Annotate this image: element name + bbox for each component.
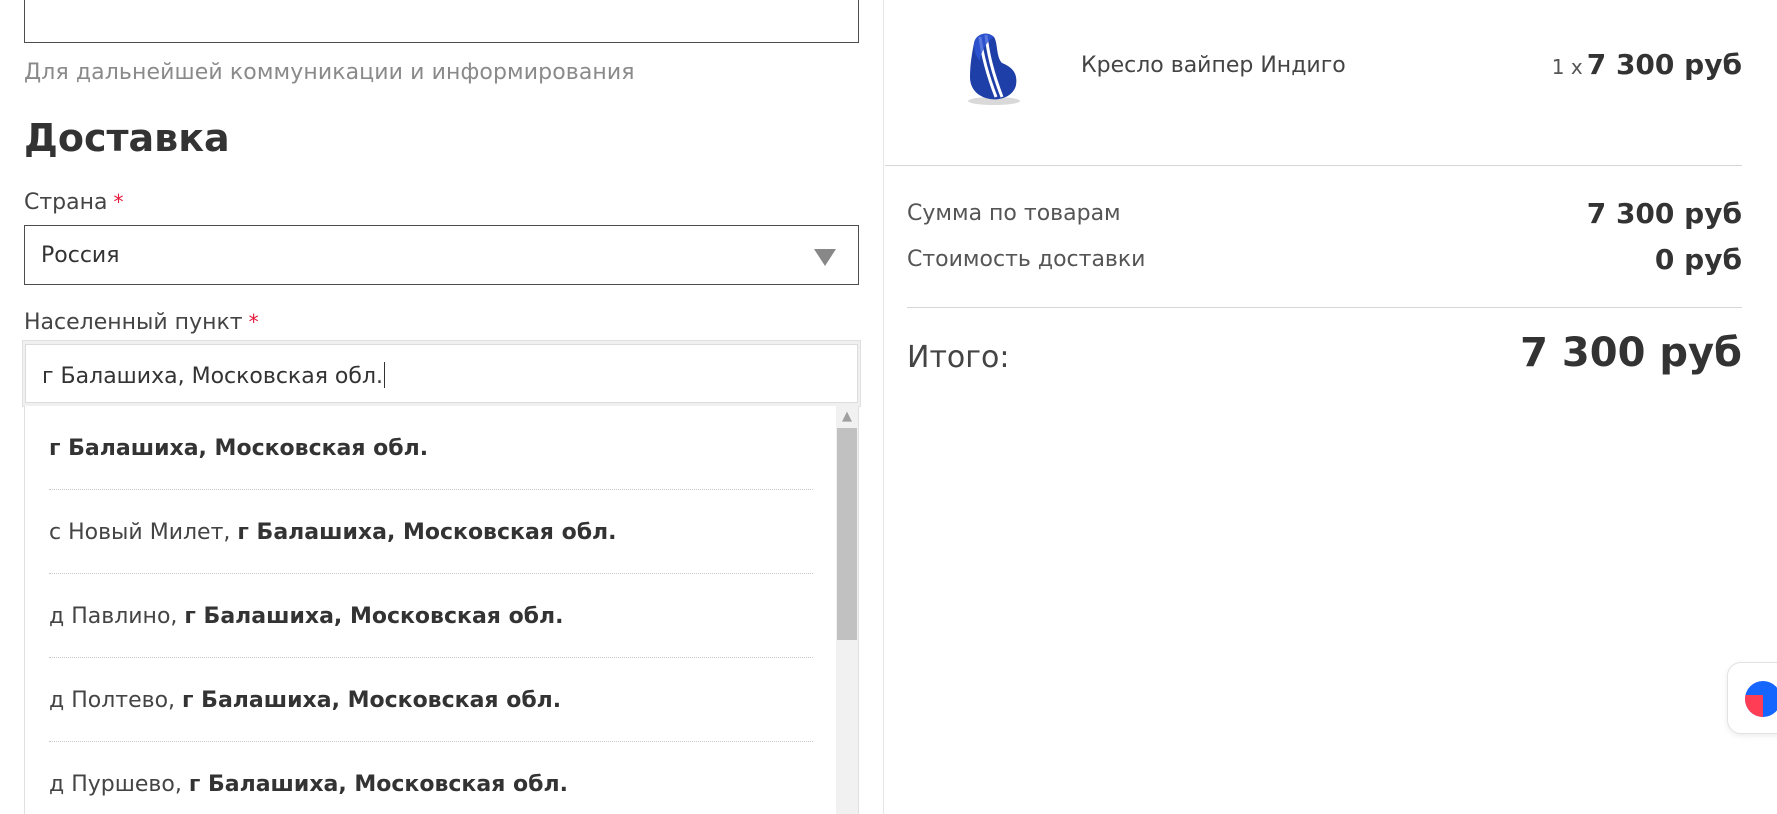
required-mark: * bbox=[113, 190, 124, 214]
suggestion-text: с Новый Милет, г Балашиха, Московская об… bbox=[49, 520, 617, 545]
delivery-cost-label: Стоимость доставки bbox=[907, 247, 1146, 272]
cart-item: Кресло вайпер Индиго 1 x7 300 руб bbox=[885, 0, 1742, 166]
product-name[interactable]: Кресло вайпер Индиго bbox=[1081, 53, 1346, 78]
city-input-focus-ring: г Балашиха, Московская обл. bbox=[22, 340, 861, 407]
goods-sum-row: Сумма по товарам 7 300 руб bbox=[907, 197, 1742, 233]
city-label: Населенный пункт * bbox=[24, 310, 259, 335]
suggestion-main: г Балашиха, Московская обл. bbox=[184, 604, 564, 629]
country-select-value: Россия bbox=[41, 243, 120, 268]
chat-widget-button[interactable] bbox=[1727, 662, 1777, 734]
city-input[interactable]: г Балашиха, Московская обл. bbox=[25, 344, 858, 403]
suggestion-text: г Балашиха, Московская обл. bbox=[49, 436, 428, 461]
country-label-text: Страна bbox=[24, 190, 108, 215]
suggestion-item[interactable]: д Пуршево, г Балашиха, Московская обл. bbox=[49, 742, 813, 814]
goods-sum-label: Сумма по товарам bbox=[907, 201, 1121, 226]
city-input-value: г Балашиха, Московская обл. bbox=[42, 362, 386, 389]
total-label: Итого: bbox=[907, 340, 1010, 375]
dropdown-scrollbar[interactable]: ▲ bbox=[836, 406, 858, 814]
summary-divider bbox=[907, 307, 1742, 308]
suggestion-main: г Балашиха, Московская обл. bbox=[237, 520, 617, 545]
suggestion-main: г Балашиха, Московская обл. bbox=[182, 688, 562, 713]
suggestion-text: д Павлино, г Балашиха, Московская обл. bbox=[49, 604, 564, 629]
suggestion-item[interactable]: д Павлино, г Балашиха, Московская обл. bbox=[49, 574, 813, 658]
suggestion-text: д Полтево, г Балашиха, Московская обл. bbox=[49, 688, 561, 713]
chat-bubble-icon bbox=[1745, 681, 1777, 717]
delivery-cost-row: Стоимость доставки 0 руб bbox=[907, 243, 1742, 279]
suggestion-main: г Балашиха, Московская обл. bbox=[49, 436, 429, 461]
suggestion-item[interactable]: г Балашиха, Московская обл. bbox=[49, 406, 813, 490]
city-label-text: Населенный пункт bbox=[24, 310, 243, 335]
country-select[interactable]: Россия bbox=[24, 225, 859, 285]
product-amount: 7 300 руб bbox=[1586, 48, 1742, 81]
suggestion-prefix: д Павлино, bbox=[49, 604, 185, 629]
product-price: 1 x7 300 руб bbox=[1552, 48, 1742, 81]
text-caret bbox=[384, 362, 386, 388]
city-suggestions-dropdown: г Балашиха, Московская обл. с Новый Милет… bbox=[24, 406, 859, 814]
delivery-heading: Доставка bbox=[24, 116, 230, 160]
chevron-up-icon[interactable]: ▲ bbox=[836, 406, 858, 428]
checkout-form: Для дальнейшей коммуникации и информиров… bbox=[0, 0, 884, 814]
required-mark: * bbox=[248, 310, 259, 334]
checkout-page: Для дальнейшей коммуникации и информиров… bbox=[0, 0, 1777, 814]
delivery-cost-value: 0 руб bbox=[1654, 243, 1742, 276]
order-summary: Кресло вайпер Индиго 1 x7 300 руб Сумма … bbox=[885, 0, 1777, 814]
city-input-text: г Балашиха, Московская обл. bbox=[42, 364, 384, 389]
suggestion-prefix: с Новый Милет, bbox=[49, 520, 238, 545]
product-quantity: 1 x bbox=[1551, 55, 1583, 79]
suggestion-main: г Балашиха, Московская обл. bbox=[188, 772, 568, 797]
suggestion-prefix: д Пуршево, bbox=[49, 772, 189, 797]
total-row: Итого: 7 300 руб bbox=[907, 330, 1742, 386]
total-value: 7 300 руб bbox=[1520, 330, 1742, 376]
suggestions-list: г Балашиха, Московская обл. с Новый Милет… bbox=[25, 406, 837, 814]
suggestion-prefix: д Полтево, bbox=[49, 688, 183, 713]
country-label: Страна * bbox=[24, 190, 124, 215]
scrollbar-thumb[interactable] bbox=[837, 428, 857, 640]
contact-hint: Для дальнейшей коммуникации и информиров… bbox=[24, 60, 635, 85]
suggestion-item[interactable]: д Полтево, г Балашиха, Московская обл. bbox=[49, 658, 813, 742]
suggestion-item[interactable]: с Новый Милет, г Балашиха, Московская об… bbox=[49, 490, 813, 574]
suggestion-text: д Пуршево, г Балашиха, Московская обл. bbox=[49, 772, 568, 797]
product-image[interactable] bbox=[952, 27, 1032, 107]
goods-sum-value: 7 300 руб bbox=[1586, 197, 1742, 230]
chevron-down-icon bbox=[814, 249, 836, 266]
phone-input[interactable] bbox=[24, 0, 859, 43]
